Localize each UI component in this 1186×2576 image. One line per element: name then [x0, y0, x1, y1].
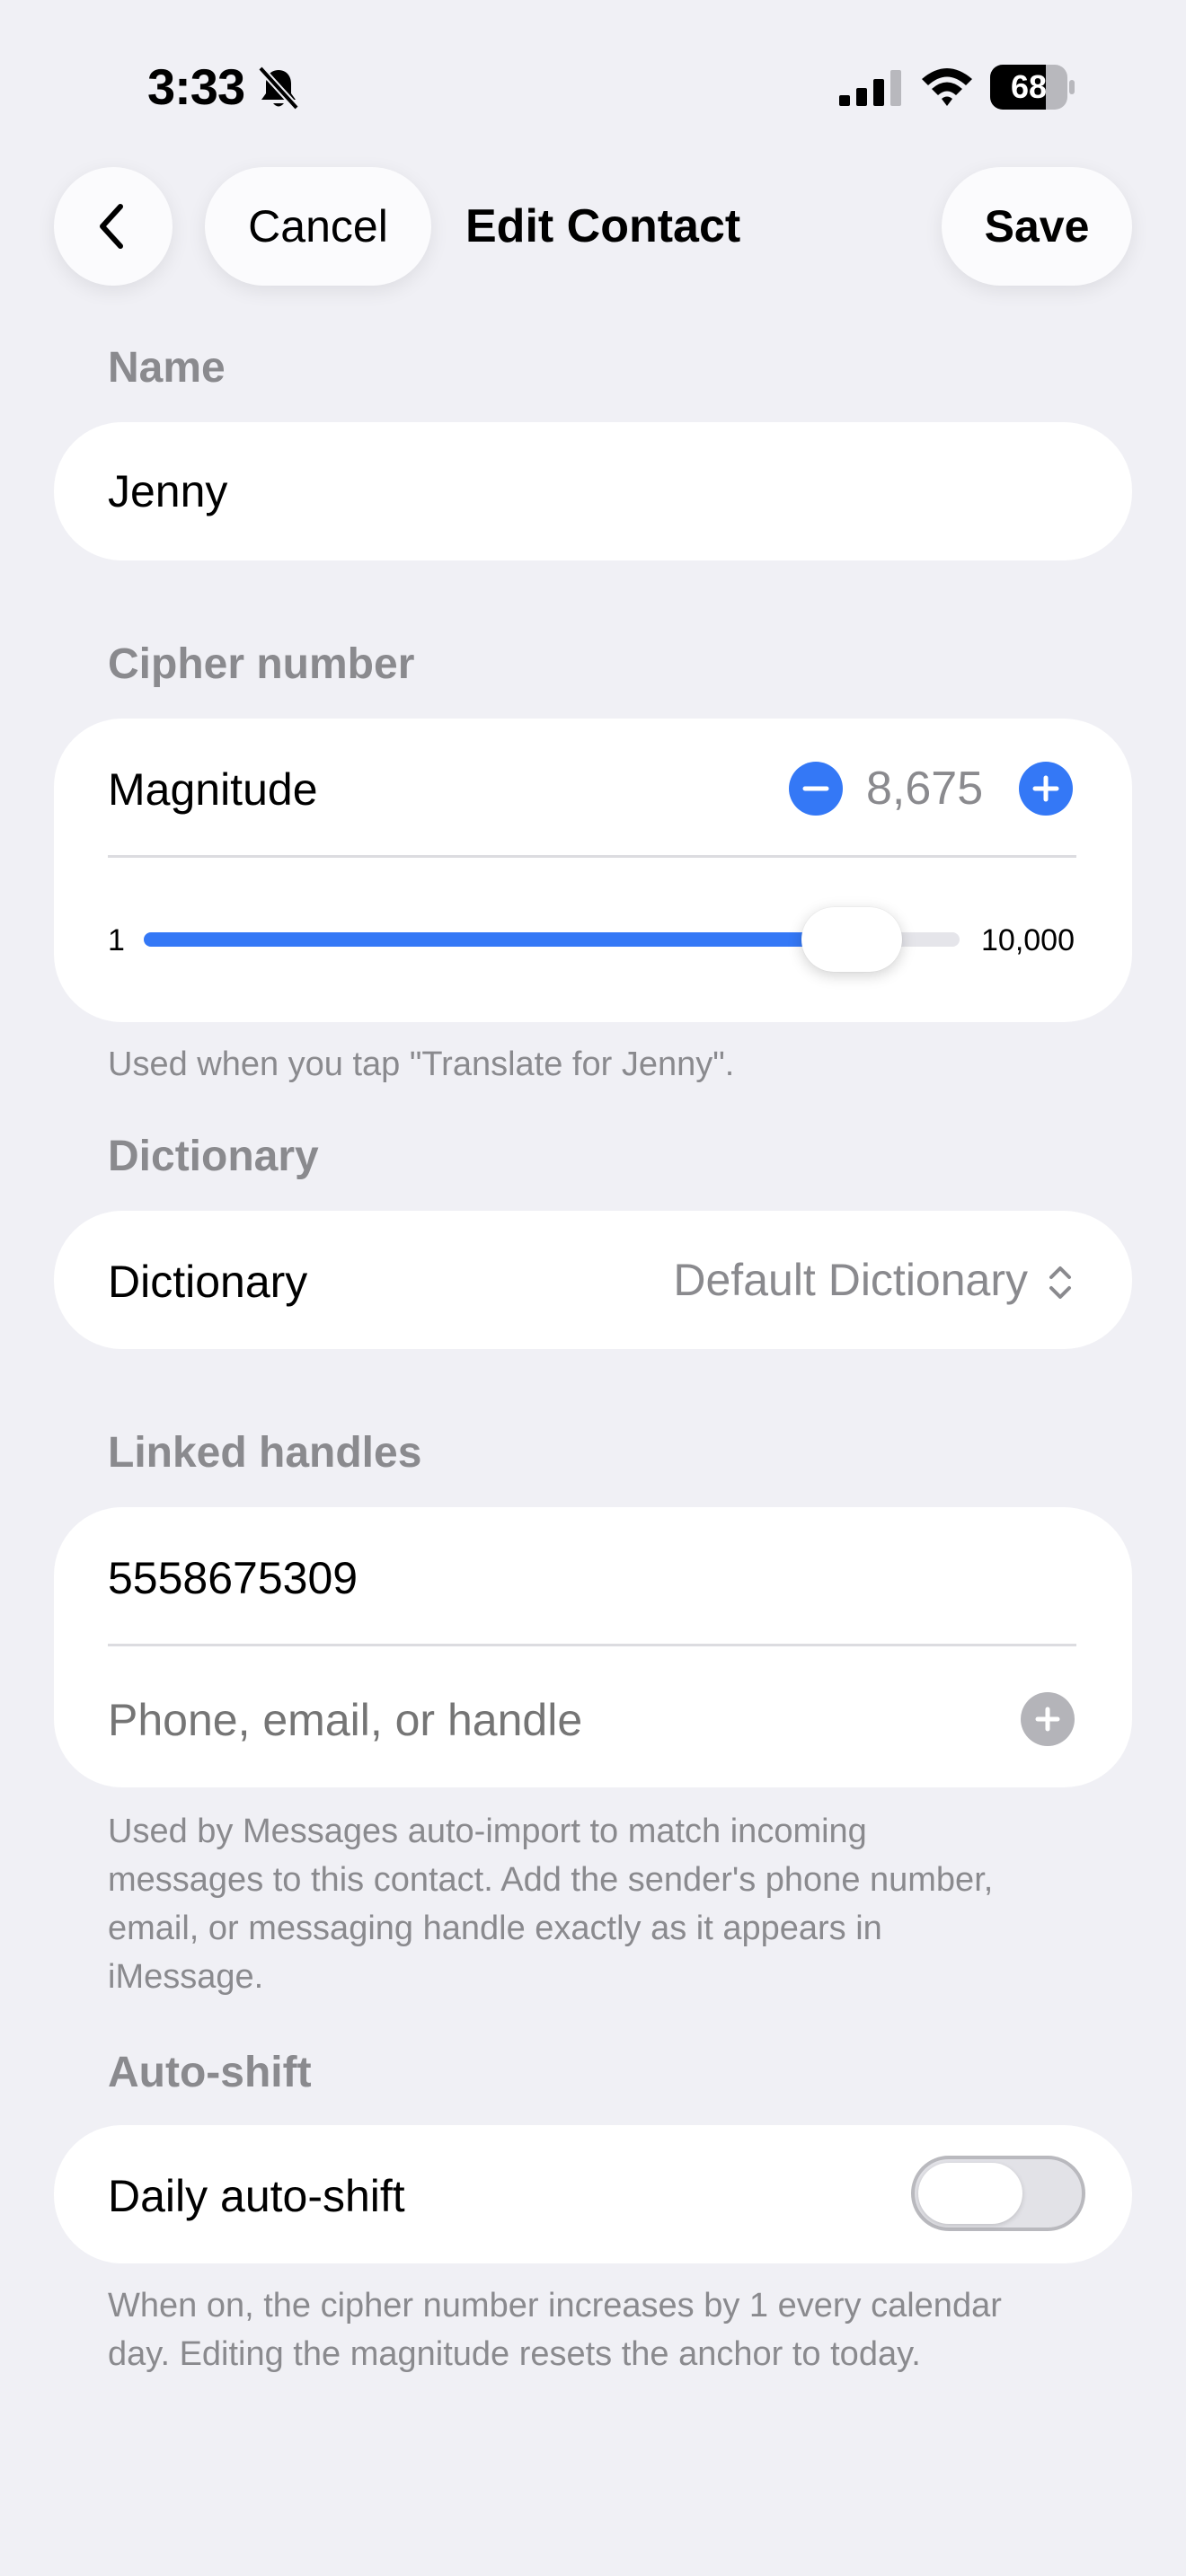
- back-button[interactable]: [54, 167, 173, 286]
- autoshift-footer-line: day. Editing the magnitude resets the an…: [108, 2335, 921, 2373]
- battery-level: 68: [1010, 68, 1048, 105]
- chevron-left-icon: [100, 204, 123, 249]
- magnitude-value: 8,675: [866, 763, 984, 815]
- add-handle-button[interactable]: [1021, 1692, 1075, 1746]
- cancel-button[interactable]: Cancel: [205, 167, 431, 286]
- handles-divider: [108, 1644, 1076, 1646]
- increment-button[interactable]: [1019, 762, 1073, 816]
- handles-section-header: Linked handles: [108, 1429, 422, 1477]
- autoshift-footer: When on, the cipher number increases by …: [108, 2281, 1096, 2378]
- chevron-up-down-icon: [1049, 1266, 1071, 1299]
- slider-max-label: 10,000: [981, 923, 1075, 957]
- handle-item[interactable]: 5558675309: [108, 1552, 358, 1604]
- handles-footer: Used by Messages auto-import to match in…: [108, 1807, 1096, 2001]
- name-input[interactable]: [108, 458, 1078, 525]
- magnitude-slider-fill: [144, 932, 852, 947]
- dictionary-label: Dictionary: [108, 1257, 308, 1307]
- minus-icon: [802, 786, 829, 791]
- wifi-icon: [922, 68, 972, 106]
- new-handle-input[interactable]: [108, 1689, 988, 1751]
- cipher-footer: Used when you tap "Translate for Jenny".: [108, 1045, 735, 1083]
- cipher-divider: [108, 855, 1076, 858]
- dictionary-picker[interactable]: Default Dictionary: [665, 1254, 1028, 1306]
- handles-footer-line: Used by Messages auto-import to match in…: [108, 1813, 867, 1850]
- toggle-knob: [918, 2163, 1022, 2224]
- dictionary-section-header: Dictionary: [108, 1133, 319, 1180]
- page-title: Edit Contact: [465, 200, 741, 252]
- cellular-signal-icon: [839, 70, 901, 106]
- decrement-button[interactable]: [789, 762, 843, 816]
- handles-footer-line: email, or messaging handle exactly as it…: [108, 1910, 882, 1947]
- autoshift-label: Daily auto-shift: [108, 2171, 405, 2221]
- magnitude-label: Magnitude: [108, 764, 318, 815]
- slider-min-label: 1: [108, 923, 125, 957]
- name-card: [54, 422, 1132, 560]
- battery-icon: 68: [990, 65, 1075, 110]
- handles-footer-line: iMessage.: [108, 1958, 264, 1996]
- handles-footer-line: messages to this contact. Add the sender…: [108, 1861, 994, 1899]
- cipher-section-header: Cipher number: [108, 640, 415, 688]
- autoshift-footer-line: When on, the cipher number increases by …: [108, 2287, 1002, 2325]
- plus-icon: [1035, 1707, 1060, 1732]
- daily-autoshift-toggle[interactable]: [911, 2156, 1085, 2231]
- autoshift-section-header: Auto-shift: [108, 2049, 312, 2096]
- silent-bell-icon: [258, 66, 299, 110]
- save-button[interactable]: Save: [942, 167, 1132, 286]
- plus-icon: [1032, 775, 1059, 802]
- name-section-header: Name: [108, 344, 226, 392]
- magnitude-slider-thumb[interactable]: [801, 907, 902, 972]
- status-time: 3:33: [147, 58, 245, 115]
